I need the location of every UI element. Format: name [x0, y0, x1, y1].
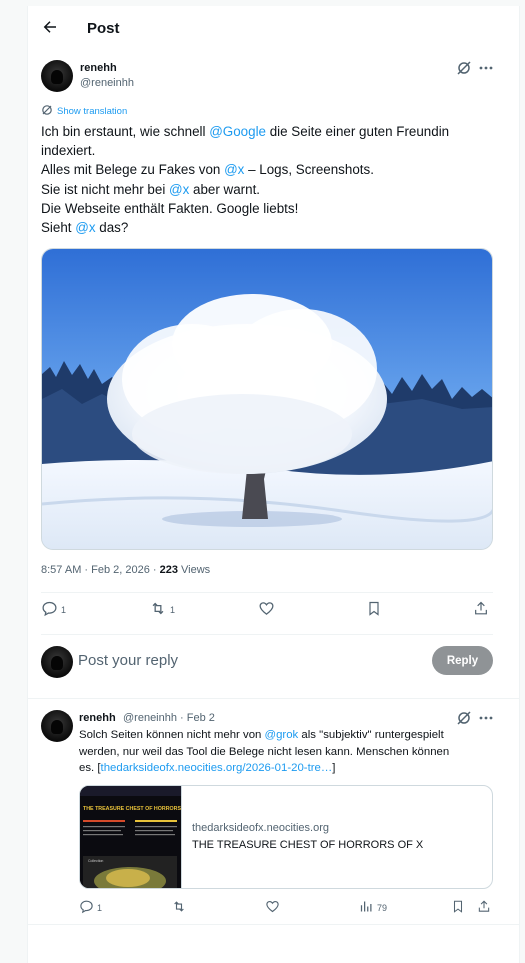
- views-count: 79: [377, 902, 388, 913]
- bookmark-action[interactable]: [451, 899, 465, 916]
- text-segment: indexiert.: [41, 143, 96, 159]
- mention-link[interactable]: @x: [224, 162, 244, 177]
- reply-count: 1: [97, 902, 103, 913]
- reply-icon: [41, 600, 58, 619]
- text-line: Die Webseite enthält Fakten. Google lieb…: [41, 199, 501, 218]
- share-icon: [473, 600, 489, 619]
- avatar[interactable]: [41, 60, 73, 92]
- like-action[interactable]: [265, 899, 280, 916]
- text-line: Sieht @x das?: [41, 218, 501, 237]
- text-segment: die Seite einer guten Freundin: [266, 124, 450, 139]
- repost-icon: [149, 600, 167, 619]
- repost-icon: [171, 899, 187, 916]
- text-segment: – Logs, Screenshots.: [244, 162, 374, 178]
- page-title: Post: [87, 20, 120, 37]
- back-arrow-icon[interactable]: [41, 18, 59, 36]
- author-name[interactable]: renehh: [80, 62, 117, 74]
- views-count: 223: [159, 564, 178, 576]
- translate-icon: [41, 104, 53, 119]
- show-translation-link[interactable]: Show translation: [41, 104, 127, 119]
- page: Post renehh @reneinhh Show translation I…: [0, 0, 525, 963]
- grok-icon[interactable]: [456, 710, 472, 726]
- divider: [41, 592, 493, 593]
- mention-link[interactable]: @grok: [265, 729, 299, 741]
- share-action[interactable]: [473, 600, 489, 619]
- text-segment: Alles mit Belege zu Fakes von: [41, 162, 225, 178]
- post-meta: 8:57 AM · Feb 2, 2026 · 223 Views: [41, 564, 210, 576]
- bookmark-action[interactable]: [366, 600, 382, 619]
- mention-link[interactable]: thedarksideofx.neocities.org/2026-01-20-…: [101, 762, 333, 774]
- show-translation-label: Show translation: [57, 106, 128, 117]
- text-segment: als "subjektiv" runtergespielt: [298, 729, 444, 741]
- text-segment: Die Webseite enthält Fakten. Google lieb…: [41, 200, 299, 216]
- post-timestamp[interactable]: 8:57 AM · Feb 2, 2026 ·: [41, 564, 160, 576]
- header: Post: [28, 6, 519, 52]
- mention-link[interactable]: @x: [169, 182, 189, 197]
- mention-link[interactable]: @x: [75, 220, 95, 235]
- like-action[interactable]: [258, 600, 275, 619]
- reply-handle-date[interactable]: @reneinhh · Feb 2: [123, 712, 215, 724]
- views-label: Views: [177, 564, 211, 576]
- mention-link[interactable]: @Google: [209, 124, 266, 139]
- reply-action[interactable]: 1: [79, 899, 102, 916]
- grok-icon[interactable]: [456, 60, 472, 76]
- heart-icon: [258, 600, 275, 619]
- text-segment: aber warnt.: [189, 181, 261, 197]
- repost-action[interactable]: [171, 899, 187, 916]
- reply-text: Solch Seiten können nicht mehr von @grok…: [79, 727, 489, 777]
- text-segment: es. [: [79, 762, 101, 774]
- divider: [28, 698, 519, 699]
- repost-count: 1: [170, 604, 176, 615]
- views-icon: [359, 899, 374, 916]
- text-line: werden, nur weil das Tool die Belege nic…: [79, 744, 489, 761]
- text-segment: Sie ist nicht mehr bei: [41, 181, 170, 197]
- reply-actions: 1 79: [79, 899, 493, 917]
- link-card-domain: thedarksideofx.neocities.org: [192, 822, 329, 834]
- composer-avatar[interactable]: [41, 646, 73, 678]
- link-card-thumbnail: THE TREASURE CHEST OF HORRORS Collection: [80, 786, 182, 888]
- post-actions: 1 1: [41, 600, 493, 626]
- bookmark-icon: [451, 899, 465, 916]
- link-card-title: THE TREASURE CHEST OF HORRORS OF X: [192, 839, 424, 851]
- text-line: Ich bin erstaunt, wie schnell @Google di…: [41, 122, 501, 141]
- text-segment: das?: [95, 220, 129, 236]
- text-line: indexiert.: [41, 141, 501, 160]
- main-column: Post renehh @reneinhh Show translation I…: [27, 6, 520, 963]
- reply-icon: [79, 899, 94, 916]
- reply-count: 1: [61, 604, 67, 615]
- text-segment: Sieht: [41, 220, 76, 236]
- share-action[interactable]: [477, 899, 491, 916]
- reply-author-name[interactable]: renehh: [79, 712, 116, 724]
- reply-action[interactable]: 1: [41, 600, 66, 619]
- divider: [41, 634, 493, 635]
- thumbnail-label: Collection: [88, 859, 103, 863]
- more-icon[interactable]: [478, 710, 494, 726]
- share-icon: [477, 899, 491, 916]
- text-line: es. [thedarksideofx.neocities.org/2026-0…: [79, 760, 489, 777]
- thumbnail-title: THE TREASURE CHEST OF HORRORS: [83, 806, 181, 812]
- text-line: Solch Seiten können nicht mehr von @grok…: [79, 727, 489, 744]
- views-action[interactable]: 79: [359, 899, 387, 916]
- text-segment: werden, nur weil das Tool die Belege nic…: [79, 745, 450, 758]
- text-segment: Solch Seiten können nicht mehr von: [79, 729, 265, 741]
- reply-button[interactable]: Reply: [432, 646, 493, 675]
- post-image[interactable]: [41, 248, 493, 550]
- text-segment: Ich bin erstaunt, wie schnell: [41, 124, 210, 139]
- repost-action[interactable]: 1: [149, 600, 175, 619]
- text-segment: ]: [332, 762, 336, 774]
- divider: [28, 924, 519, 925]
- more-icon[interactable]: [478, 60, 494, 76]
- link-card[interactable]: THE TREASURE CHEST OF HORRORS Collection…: [79, 785, 493, 889]
- reply-input[interactable]: Post your reply: [78, 652, 178, 669]
- reply-avatar[interactable]: [41, 710, 73, 742]
- author-handle[interactable]: @reneinhh: [80, 77, 134, 89]
- text-line: Sie ist nicht mehr bei @x aber warnt.: [41, 180, 501, 199]
- post-text: Ich bin erstaunt, wie schnell @Google di…: [41, 122, 501, 237]
- bookmark-icon: [366, 600, 382, 619]
- text-line: Alles mit Belege zu Fakes von @x – Logs,…: [41, 160, 501, 179]
- heart-icon: [265, 899, 280, 916]
